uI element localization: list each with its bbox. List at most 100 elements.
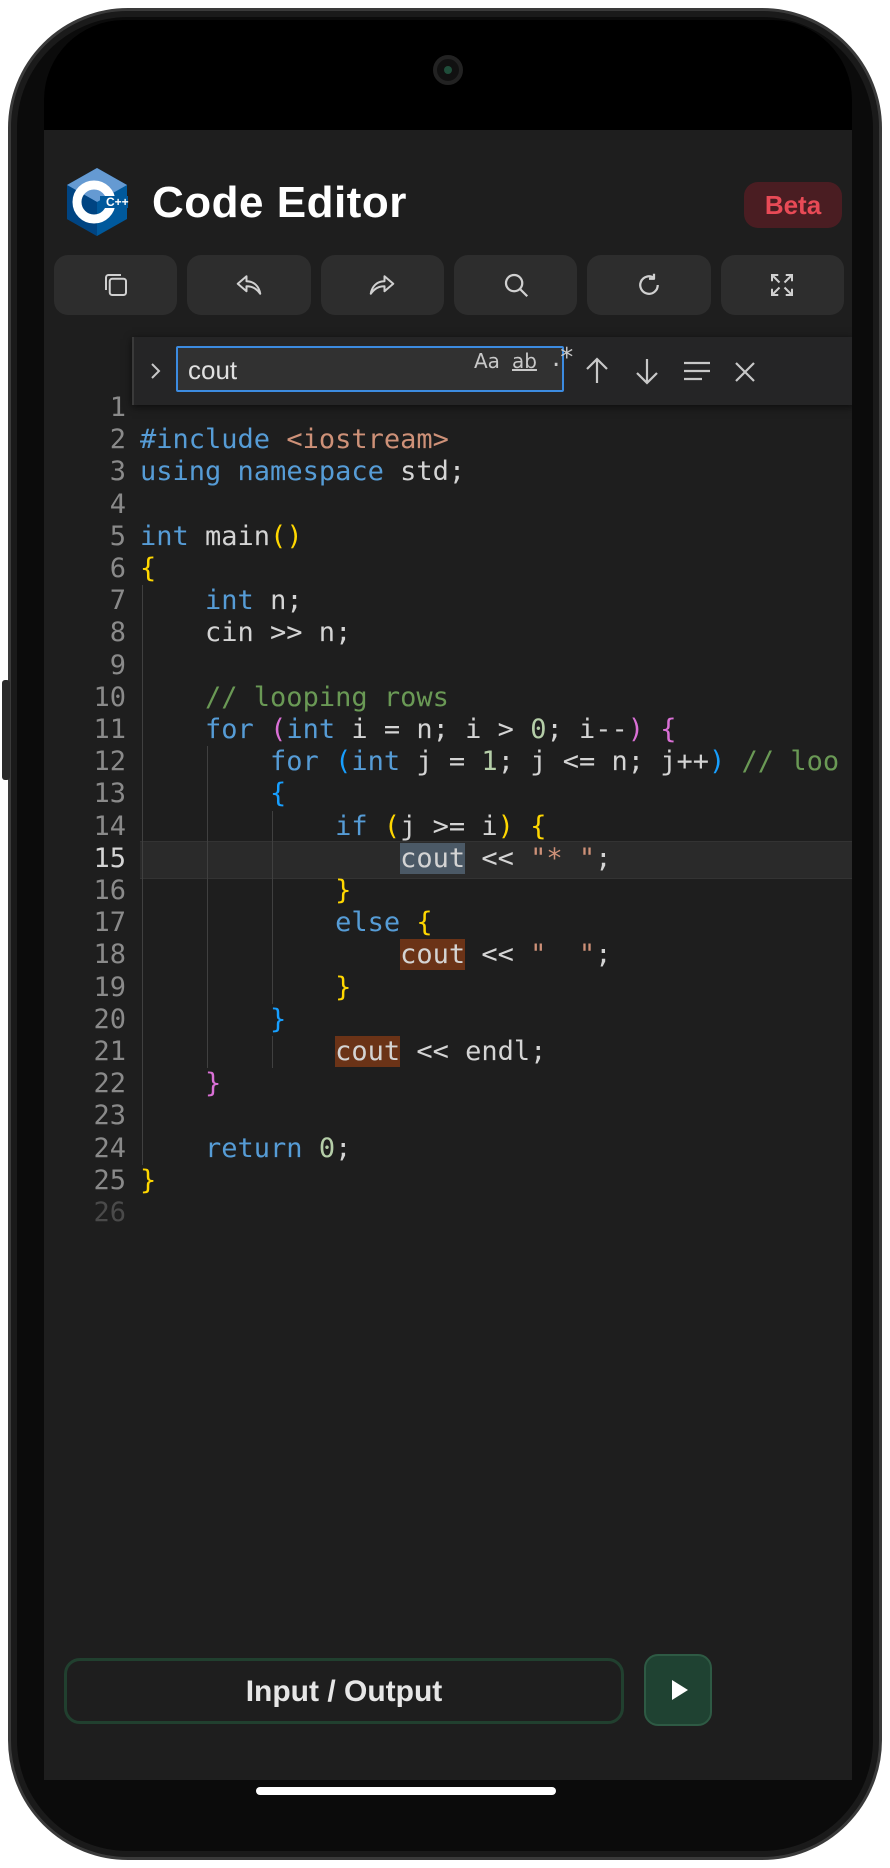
code-text: } <box>205 1068 222 1100</box>
code-text: } <box>140 1164 157 1196</box>
line-number: 14 <box>93 810 126 842</box>
run-button[interactable] <box>644 1654 712 1726</box>
search-match: cout <box>400 842 466 874</box>
code-line[interactable]: 22 } <box>44 1068 852 1100</box>
code-line[interactable]: 26 <box>44 1197 852 1229</box>
code-line[interactable]: 20 } <box>44 1004 852 1036</box>
indent-guide <box>142 585 143 1165</box>
code-line[interactable]: 7 int n; <box>44 585 852 617</box>
bottom-bar: Input / Output <box>64 1650 852 1730</box>
code-line[interactable]: 18 cout << " "; <box>44 939 852 971</box>
home-indicator <box>256 1787 556 1795</box>
line-number: 24 <box>93 1132 126 1164</box>
line-number: 8 <box>109 617 126 649</box>
code-text: for (int i = n; i > 0; i--) { <box>205 714 677 745</box>
reset-button[interactable] <box>587 255 711 315</box>
code-line[interactable]: 3 using namespace std; <box>44 456 852 488</box>
code-text: // looping rows <box>205 681 449 713</box>
code-line[interactable]: 9 <box>44 650 852 682</box>
fullscreen-button[interactable] <box>720 255 844 315</box>
line-number: 3 <box>109 456 126 488</box>
line-number: 12 <box>93 746 126 778</box>
code-text: int main() <box>140 520 303 552</box>
code-text: } <box>335 971 352 1003</box>
search-match: cout <box>400 939 466 971</box>
find-input[interactable]: cout <box>176 346 564 392</box>
code-line[interactable]: 12 for (int j = 1; j <= n; j++) // loo <box>44 746 852 778</box>
line-number: 7 <box>109 585 126 617</box>
logo-text: C++ <box>106 195 129 209</box>
match-case-toggle[interactable]: Aa <box>474 349 500 373</box>
find-input-value: cout <box>188 355 238 385</box>
close-icon[interactable] <box>728 353 762 389</box>
page-title: Code Editor <box>152 178 407 227</box>
find-in-selection-icon[interactable] <box>680 353 714 389</box>
line-number: 23 <box>93 1100 126 1132</box>
line-number: 2 <box>109 424 126 456</box>
play-icon <box>672 1680 688 1700</box>
code-text: using namespace std; <box>140 456 466 488</box>
search-match: cout <box>335 1036 401 1067</box>
line-number: 19 <box>93 971 126 1003</box>
code-line[interactable]: 10 // looping rows <box>44 682 852 714</box>
code-line[interactable]: 24 return 0; <box>44 1133 852 1165</box>
code-text: cout << "* "; <box>400 842 612 874</box>
code-line[interactable]: 19 } <box>44 972 852 1004</box>
side-button <box>2 680 10 780</box>
code-line[interactable]: 21 cout << endl; <box>44 1036 852 1068</box>
code-line[interactable]: 13 { <box>44 778 852 810</box>
undo-icon <box>236 275 262 295</box>
redo-button[interactable] <box>320 255 444 315</box>
fullscreen-icon <box>771 274 794 296</box>
code-text: { <box>140 553 157 584</box>
code-line[interactable]: 17 else { <box>44 907 852 939</box>
code-text: return 0; <box>205 1132 352 1164</box>
line-number: 17 <box>93 907 126 939</box>
regex-toggle[interactable]: .* <box>552 343 573 373</box>
copy-button[interactable] <box>54 255 178 315</box>
beta-badge: Beta <box>744 182 842 228</box>
line-number: 26 <box>93 1197 126 1228</box>
code-line[interactable]: 25} <box>44 1165 852 1197</box>
code-line[interactable]: 23 <box>44 1100 852 1132</box>
line-number: 1 <box>109 392 126 423</box>
code-text: } <box>335 875 352 906</box>
arrow-up-icon[interactable] <box>580 353 614 389</box>
line-number: 9 <box>109 649 126 681</box>
app-header: C++ Code Editor Beta <box>64 166 844 238</box>
find-widget: cout Aa ab .* <box>132 337 852 405</box>
arrow-down-icon[interactable] <box>630 353 664 389</box>
line-number: 13 <box>93 778 126 810</box>
line-number: 10 <box>93 681 126 713</box>
indent-guide <box>272 1036 274 1069</box>
line-number: 18 <box>93 939 126 971</box>
input-output-button[interactable]: Input / Output <box>64 1658 624 1724</box>
code-line[interactable]: 15 cout << "* "; <box>44 840 852 879</box>
code-line[interactable]: 8 cin >> n; <box>44 617 852 649</box>
code-text: cin >> n; <box>140 617 352 649</box>
undo-button[interactable] <box>187 255 311 315</box>
code-line[interactable]: 11 for (int i = n; i > 0; i--) { <box>44 714 852 746</box>
code-line[interactable]: 4 <box>44 489 852 521</box>
code-line[interactable]: 2 #include <iostream> <box>44 424 852 456</box>
code-line[interactable]: 16 } <box>44 875 852 907</box>
line-number: 16 <box>93 875 126 906</box>
indent-guide <box>207 746 209 1069</box>
code-text: #include <iostream> <box>140 424 449 456</box>
code-text: for (int j = 1; j <= n; j++) // loo <box>270 746 840 778</box>
code-line[interactable]: 14 if (j >= i) { <box>44 811 852 843</box>
code-line[interactable]: 6{ <box>44 553 852 585</box>
search-icon <box>504 273 528 298</box>
code-text: if (j >= i) { <box>335 810 547 842</box>
reset-icon <box>639 273 659 295</box>
search-button[interactable] <box>453 255 578 315</box>
code-line[interactable]: 5 int main() <box>44 521 852 553</box>
app-screen: C++ Code Editor Beta 1 2 #include <iostrea… <box>44 130 852 1780</box>
line-number: 11 <box>93 714 126 745</box>
code-text: { <box>270 778 287 810</box>
line-number: 22 <box>93 1068 126 1100</box>
line-number: 4 <box>109 488 126 520</box>
whole-word-toggle[interactable]: ab <box>512 349 537 373</box>
code-text: else { <box>335 907 433 939</box>
chevron-right-icon[interactable] <box>144 355 168 387</box>
